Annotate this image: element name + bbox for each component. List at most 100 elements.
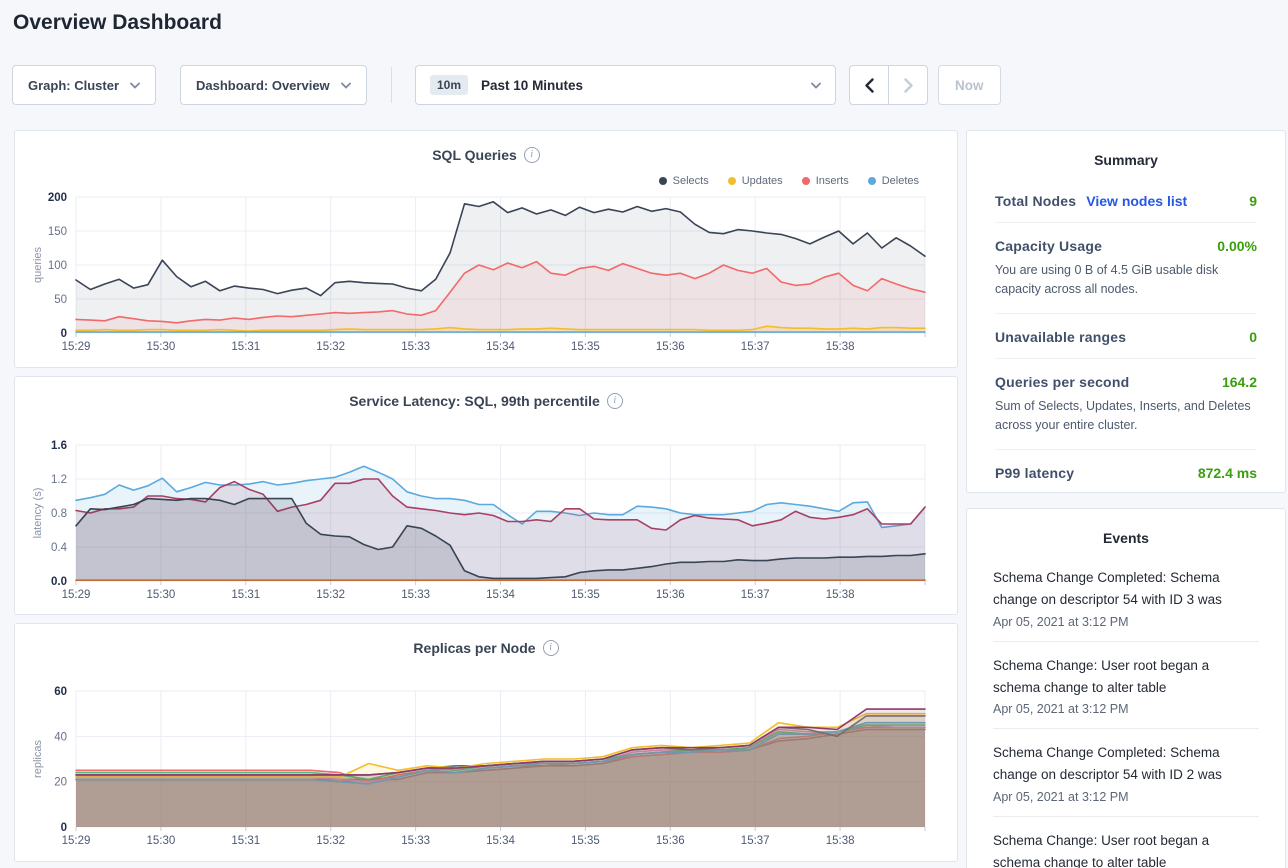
legend-label: Updates: [742, 175, 783, 187]
events-title: Events: [967, 509, 1285, 546]
event-text: Schema Change Completed: Schema change o…: [993, 567, 1259, 612]
chevron-right-icon: [904, 78, 913, 93]
event-item[interactable]: Schema Change Completed: Schema change o…: [993, 554, 1259, 642]
summary-row-p99: P99 latency 872.4 ms: [995, 450, 1257, 494]
svg-text:40: 40: [54, 731, 67, 743]
event-item[interactable]: Schema Change Completed: Schema change o…: [993, 729, 1259, 817]
dashboard-dropdown-label: Dashboard: Overview: [196, 78, 330, 93]
page-title: Overview Dashboard: [13, 11, 222, 35]
dashboard-dropdown[interactable]: Dashboard: Overview: [180, 65, 367, 105]
service-latency-chart-card: Service Latency: SQL, 99th percentilei0.…: [14, 376, 958, 615]
svg-text:15:30: 15:30: [147, 835, 176, 847]
chart-title-row: SQL Queriesi: [15, 147, 957, 163]
svg-text:15:34: 15:34: [486, 589, 515, 601]
capacity-usage-label: Capacity Usage: [995, 238, 1102, 254]
svg-text:15:32: 15:32: [316, 835, 345, 847]
svg-text:15:37: 15:37: [741, 835, 770, 847]
summary-row-total-nodes: Total Nodes View nodes list 9: [995, 178, 1257, 223]
svg-text:15:37: 15:37: [741, 341, 770, 353]
p99-latency-value: 872.4 ms: [1198, 465, 1257, 481]
legend-dot: [802, 177, 810, 185]
chart-title-row: Replicas per Node i: [15, 640, 957, 656]
svg-text:15:38: 15:38: [826, 341, 855, 353]
qps-desc: Sum of Selects, Updates, Inserts, and De…: [995, 397, 1257, 436]
legend-dot: [868, 177, 876, 185]
time-back-button[interactable]: [849, 65, 889, 105]
summary-row-capacity: Capacity Usage 0.00% You are using 0 B o…: [995, 223, 1257, 314]
legend-item-selects[interactable]: Selects: [659, 175, 709, 187]
event-item[interactable]: Schema Change: User root began a schema …: [993, 642, 1259, 730]
svg-text:15:29: 15:29: [62, 341, 91, 353]
chart-plot[interactable]: 020406015:2915:3015:3115:3215:3315:3415:…: [15, 681, 959, 855]
svg-text:15:32: 15:32: [316, 341, 345, 353]
svg-text:15:33: 15:33: [401, 835, 430, 847]
chevron-left-icon: [865, 78, 874, 93]
svg-text:replicas: replicas: [32, 740, 44, 778]
capacity-usage-value: 0.00%: [1217, 238, 1257, 254]
svg-text:15:30: 15:30: [147, 341, 176, 353]
svg-text:0.0: 0.0: [51, 576, 67, 588]
summary-title: Summary: [967, 131, 1285, 168]
time-range-badge: 10m: [430, 75, 468, 95]
legend-dot: [659, 177, 667, 185]
chevron-down-icon: [130, 82, 140, 89]
overview-dashboard-page: Overview Dashboard Graph: Cluster Dashbo…: [0, 0, 1288, 868]
svg-text:15:33: 15:33: [401, 341, 430, 353]
events-panel: Events Schema Change Completed: Schema c…: [966, 508, 1286, 868]
chart-title: Replicas per Node: [413, 640, 535, 656]
event-text: Schema Change: User root began a schema …: [993, 830, 1259, 868]
svg-text:0.4: 0.4: [51, 542, 68, 554]
info-icon[interactable]: i: [524, 147, 540, 163]
capacity-usage-desc: You are using 0 B of 4.5 GiB usable disk…: [995, 261, 1257, 300]
time-forward-button[interactable]: [888, 65, 928, 105]
view-nodes-list-link[interactable]: View nodes list: [1086, 193, 1187, 209]
svg-text:50: 50: [54, 294, 67, 306]
now-button[interactable]: Now: [938, 65, 1001, 105]
qps-label: Queries per second: [995, 374, 1129, 390]
svg-text:200: 200: [48, 192, 67, 204]
svg-text:1.6: 1.6: [51, 440, 67, 452]
summary-row-qps: Queries per second 164.2 Sum of Selects,…: [995, 359, 1257, 450]
unavailable-ranges-label: Unavailable ranges: [995, 329, 1126, 345]
chevron-down-icon: [341, 82, 351, 89]
legend-item-inserts[interactable]: Inserts: [802, 175, 849, 187]
p99-latency-label: P99 latency: [995, 465, 1074, 481]
total-nodes-value: 9: [1249, 193, 1257, 209]
svg-text:15:35: 15:35: [571, 589, 600, 601]
svg-text:15:34: 15:34: [486, 341, 515, 353]
svg-text:20: 20: [54, 777, 67, 789]
toolbar-divider: [391, 67, 392, 103]
svg-text:1.2: 1.2: [51, 474, 67, 486]
legend-item-deletes[interactable]: Deletes: [868, 175, 919, 187]
event-item[interactable]: Schema Change: User root began a schema …: [993, 817, 1259, 868]
svg-text:15:34: 15:34: [486, 835, 515, 847]
total-nodes-label: Total Nodes: [995, 193, 1076, 209]
legend-item-updates[interactable]: Updates: [728, 175, 783, 187]
graph-dropdown-label: Graph: Cluster: [28, 78, 119, 93]
svg-text:15:36: 15:36: [656, 589, 685, 601]
event-text: Schema Change: User root began a schema …: [993, 655, 1259, 700]
legend-label: Selects: [673, 175, 709, 187]
qps-value: 164.2: [1222, 374, 1257, 390]
svg-text:15:38: 15:38: [826, 835, 855, 847]
replicas-per-node-chart-card: Replicas per Nodei020406015:2915:3015:31…: [14, 623, 958, 862]
event-timestamp: Apr 05, 2021 at 3:12 PM: [993, 790, 1259, 804]
time-range-label: Past 10 Minutes: [481, 78, 811, 93]
svg-text:15:31: 15:31: [231, 341, 260, 353]
svg-text:100: 100: [48, 260, 67, 272]
svg-text:150: 150: [48, 226, 67, 238]
svg-text:15:36: 15:36: [656, 835, 685, 847]
info-icon[interactable]: i: [543, 640, 559, 656]
legend-label: Deletes: [882, 175, 919, 187]
info-icon[interactable]: i: [607, 393, 623, 409]
summary-row-unavailable-ranges: Unavailable ranges 0: [995, 314, 1257, 359]
chart-plot[interactable]: 05010015020015:2915:3015:3115:3215:3315:…: [15, 187, 959, 361]
legend-dot: [728, 177, 736, 185]
svg-text:15:37: 15:37: [741, 589, 770, 601]
svg-text:0: 0: [61, 822, 67, 834]
chart-plot[interactable]: 0.00.40.81.21.615:2915:3015:3115:3215:33…: [15, 435, 959, 609]
graph-dropdown[interactable]: Graph: Cluster: [12, 65, 156, 105]
sql-queries-chart-card: SQL Queriesi Selects Updates Inserts Deletes…: [14, 130, 958, 368]
event-timestamp: Apr 05, 2021 at 3:12 PM: [993, 615, 1259, 629]
time-range-selector[interactable]: 10m Past 10 Minutes: [415, 65, 836, 105]
